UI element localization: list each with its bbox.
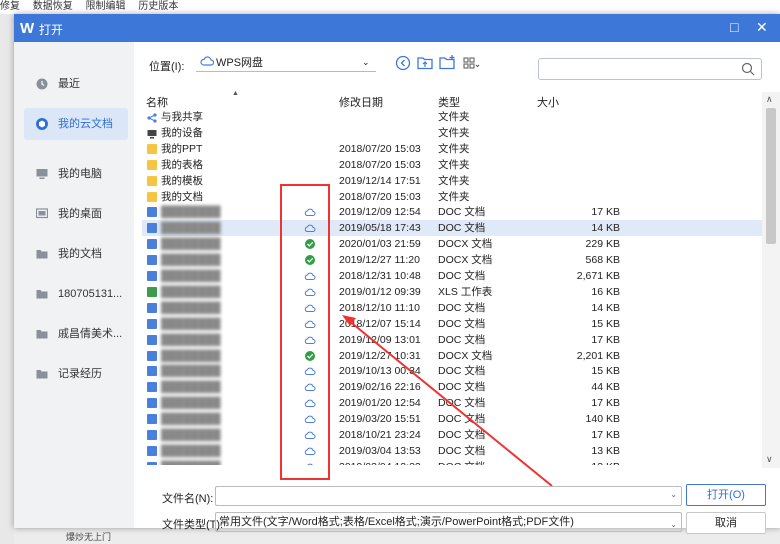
dialog-title: 打开: [39, 23, 64, 37]
annotation-arrow: [342, 315, 553, 487]
sidebar-item-label: 我的电脑: [58, 168, 102, 180]
sidebar-item-label: 180705131...: [58, 288, 123, 300]
file-browser: 位置(I): WPS网盘 ⌄ ▲ 名称 修改日期 类型 大小 与我共享 文件夹 我的…: [134, 42, 780, 534]
sidebar-item-label: 最近: [58, 78, 80, 90]
sidebar-item-label: 戚昌倩美术...: [58, 328, 123, 340]
background-text: 爆炒无上门: [66, 532, 112, 542]
sidebar-item-my-documents[interactable]: 我的文档: [24, 238, 128, 270]
sidebar-item-label: 我的桌面: [58, 208, 102, 220]
background-document-edge: [0, 14, 14, 544]
topbar-item: 历史版本: [138, 1, 179, 12]
chevron-down-icon[interactable]: ⌄: [670, 516, 677, 531]
sidebar-item-my-desktop[interactable]: 我的桌面: [24, 198, 128, 230]
cancel-button[interactable]: 取消: [686, 512, 766, 534]
open-file-dialog: W 打开 □ ✕ 最近 我的云文档 我的电脑 我的桌面 我的文档 1807051…: [14, 14, 780, 534]
sidebar-item-folder-art[interactable]: 戚昌倩美术...: [24, 318, 128, 350]
filename-input[interactable]: ⌄: [215, 486, 682, 506]
topbar-item: 数据恢复: [32, 1, 73, 12]
desktop-icon: [36, 208, 48, 219]
open-button[interactable]: 打开(O): [686, 484, 766, 506]
wps-logo-icon: W: [20, 20, 35, 37]
cloud-cube-icon: [36, 118, 48, 130]
sidebar-item-recent[interactable]: 最近: [24, 68, 128, 100]
filetype-select[interactable]: 常用文件(文字/Word格式;表格/Excel格式;演示/PowerPoint格…: [215, 512, 682, 532]
sidebar-item-label: 我的云文档: [58, 118, 113, 130]
close-button[interactable]: ✕: [756, 19, 768, 36]
computer-icon: [36, 169, 48, 179]
sidebar-item-folder-180705131[interactable]: 180705131...: [24, 278, 128, 310]
sidebar-item-label: 我的文档: [58, 248, 102, 260]
sidebar-item-my-computer[interactable]: 我的电脑: [24, 158, 128, 190]
topbar-item: 修复: [0, 1, 20, 12]
filetype-label: 文件类型(T):: [162, 519, 224, 531]
sidebar-item-cloud-docs[interactable]: 我的云文档: [24, 108, 128, 140]
filename-label: 文件名(N):: [162, 493, 214, 505]
folder-icon: [36, 250, 48, 259]
sidebar-item-folder-records[interactable]: 记录经历: [24, 358, 128, 390]
maximize-button[interactable]: □: [730, 19, 738, 35]
sidebar-item-label: 记录经历: [58, 368, 102, 380]
topbar-item: 限制编辑: [85, 1, 126, 12]
sidebar: 最近 我的云文档 我的电脑 我的桌面 我的文档 180705131... 戚昌倩…: [14, 42, 134, 528]
clock-icon: [36, 78, 48, 90]
filetype-value: 常用文件(文字/Word格式;表格/Excel格式;演示/PowerPoint格…: [219, 516, 574, 528]
background-toolbar: 修复 数据恢复 限制编辑 历史版本: [0, 0, 780, 14]
chevron-down-icon[interactable]: ⌄: [670, 490, 677, 499]
folder-icon: [36, 290, 48, 299]
folder-icon: [36, 330, 48, 339]
dialog-titlebar: W 打开 □ ✕: [14, 14, 780, 42]
folder-icon: [36, 370, 48, 379]
